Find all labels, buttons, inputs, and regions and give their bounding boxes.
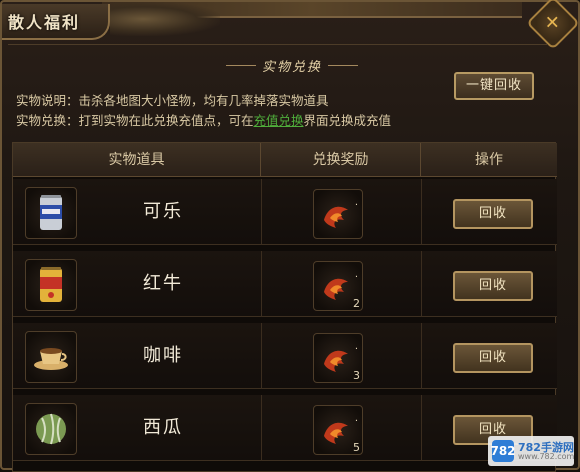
column-divider <box>261 395 262 461</box>
reward-slot[interactable]: · 5 <box>313 405 363 455</box>
item-name: 咖啡 <box>143 345 183 366</box>
item-slot[interactable] <box>25 259 77 311</box>
recharge-exchange-link[interactable]: 充值兑换 <box>254 113 304 128</box>
cola-can-icon <box>40 195 62 230</box>
column-divider <box>421 323 422 389</box>
welfare-panel: 散人福利 ✕ 实物兑换 一键回收 实物说明：击杀各地图大小怪物，均有几率掉落实物… <box>0 0 580 472</box>
table-row: 咖啡 · 3 回收 <box>13 323 557 389</box>
desc-line-1: 实物说明：击杀各地图大小怪物，均有几率掉落实物道具 <box>16 93 329 108</box>
header-reward: 兑换奖励 <box>261 143 421 176</box>
watermark-text: 782手游网 www.782.com <box>518 442 574 461</box>
item-slot[interactable] <box>25 331 77 383</box>
redbull-can-icon <box>40 267 62 302</box>
reward-dot: · <box>354 416 358 427</box>
column-divider <box>261 179 262 245</box>
section-title: 实物兑换 <box>202 54 382 76</box>
header-action: 操作 <box>475 152 503 168</box>
table-row: 可乐 · 回收 <box>13 179 557 245</box>
watermark-url: www.782.com <box>518 451 575 461</box>
reward-dot: · <box>354 344 358 355</box>
column-divider <box>421 179 422 245</box>
recycle-button[interactable]: 回收 <box>453 271 533 301</box>
coffee-cup-icon <box>34 348 68 370</box>
watermelon-icon <box>36 413 66 445</box>
flame-emblem-icon <box>324 206 348 228</box>
column-divider <box>421 395 422 461</box>
reward-slot[interactable]: · <box>313 189 363 239</box>
reward-count: 2 <box>353 297 360 310</box>
item-table: 实物道具 兑换奖励 操作 可乐 · 回收 红牛 · 2 回收 咖啡 · 3 回收… <box>12 142 557 472</box>
window-title: 散人福利 <box>8 13 81 32</box>
watermark-name: 782手游网 <box>518 440 574 454</box>
column-divider <box>261 323 262 389</box>
reward-slot[interactable]: · 2 <box>313 261 363 311</box>
reward-dot: · <box>354 272 358 283</box>
window-title-tab: 散人福利 <box>2 4 110 40</box>
recycle-button[interactable]: 回收 <box>453 343 533 373</box>
item-slot[interactable] <box>25 403 77 455</box>
item-name: 可乐 <box>143 201 183 222</box>
dragon-ornament-icon <box>110 2 220 36</box>
reward-count: 3 <box>353 369 360 382</box>
column-divider <box>261 251 262 317</box>
desc-line-2: 实物兑换：打到实物在此兑换充值点，可在充值兑换界面兑换成充值 <box>16 113 392 128</box>
item-slot[interactable] <box>25 187 77 239</box>
recycle-button[interactable]: 回收 <box>453 199 533 229</box>
reward-slot[interactable]: · 3 <box>313 333 363 383</box>
close-button[interactable]: ✕ <box>526 0 580 50</box>
item-name: 红牛 <box>143 273 183 294</box>
one-click-recycle-button[interactable]: 一键回收 <box>454 72 534 100</box>
diamond-close-icon: ✕ <box>545 12 561 34</box>
site-watermark: 782 782手游网 www.782.com <box>488 436 574 466</box>
reward-dot: · <box>354 200 358 211</box>
column-divider <box>421 251 422 317</box>
table-header: 实物道具 兑换奖励 操作 <box>13 143 557 177</box>
item-name: 西瓜 <box>143 417 183 438</box>
table-row: 红牛 · 2 回收 <box>13 251 557 317</box>
table-row: 西瓜 · 5 回收 <box>13 395 557 461</box>
header-item: 实物道具 <box>13 143 261 176</box>
site-logo-icon: 782 <box>490 440 516 462</box>
reward-count: 5 <box>353 441 360 454</box>
